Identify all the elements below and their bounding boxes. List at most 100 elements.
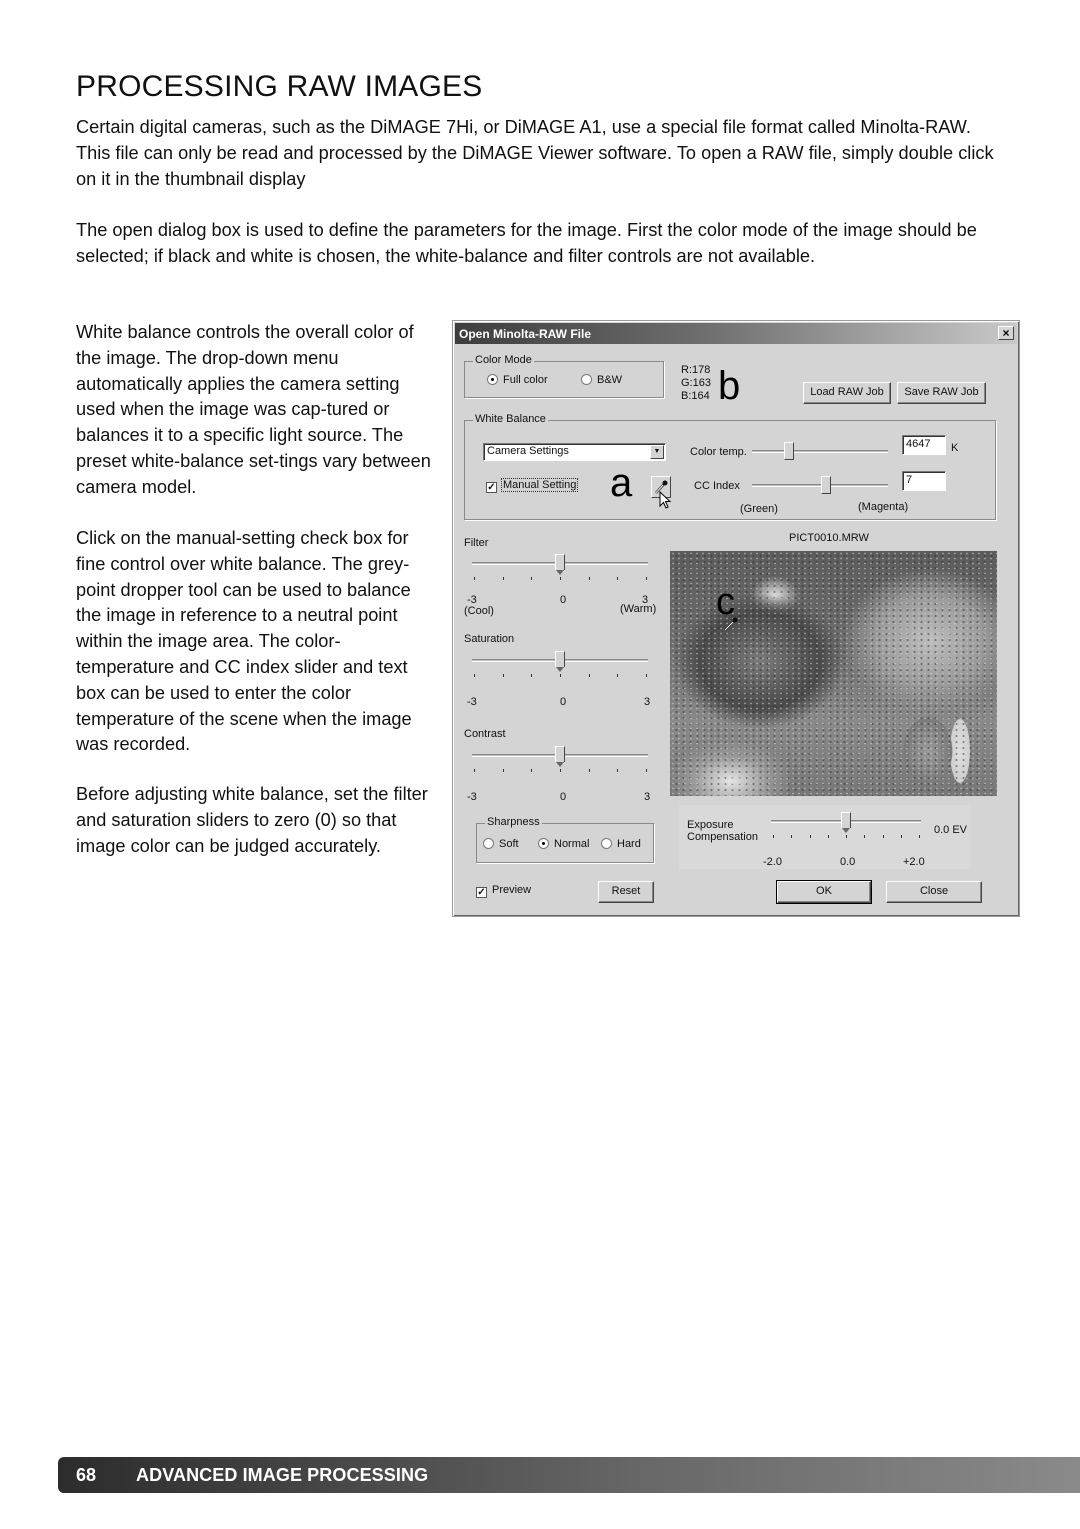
slider-tick [791,835,793,838]
filter-label: Filter [464,537,489,549]
slider-tick [531,674,533,677]
contrast-mid-label: 0 [560,791,567,803]
filter-cool-label: (Cool) [464,605,494,617]
slider-tick [846,835,847,838]
slider-tick [646,577,647,580]
radio-hard[interactable]: Hard [601,838,641,850]
saturation-slider[interactable] [472,651,648,678]
slider-thumb[interactable] [555,746,565,767]
slider-tick [809,835,811,838]
slider-tick [617,577,619,580]
radio-full-color-label: Full color [503,374,548,386]
radio-icon [601,838,612,849]
slider-tick [474,769,475,772]
slider-tick [646,769,647,772]
exposure-label-line1: Exposure [687,819,734,831]
slider-tick [502,577,504,580]
exposure-min-label: -2.0 [763,856,782,868]
cc-index-slider-thumb[interactable] [821,476,832,494]
slider-tick [560,577,561,580]
magenta-label: (Magenta) [858,501,909,513]
exposure-label-line2: Compensation [687,831,758,843]
page-footer: 68 ADVANCED IMAGE PROCESSING [58,1457,1080,1493]
exposure-max-label: +2.0 [903,856,925,868]
callout-a: a [610,461,633,505]
intro-paragraph: Certain digital cameras, such as the DiM… [76,117,994,189]
manual-setting-label: Manual Setting [500,478,579,492]
cc-index-input[interactable]: 7 [902,471,946,491]
color-temp-label: Color temp. [690,446,747,458]
color-temp-input[interactable]: 4647 [902,435,946,455]
section-title: ADVANCED IMAGE PROCESSING [136,1464,429,1485]
cc-index-label: CC Index [694,480,740,492]
slider-tick [474,674,475,677]
exposure-slider-thumb[interactable] [841,812,851,833]
before-adjusting-paragraph: Before adjusting white balance, set the … [76,784,428,856]
cursor-arrow-icon [659,491,672,509]
filename-label: PICT0010.MRW [789,532,869,544]
slider-tick [531,577,533,580]
checkbox-icon: ✓ [476,887,487,898]
manual-setting-paragraph: Click on the manual-setting check box fo… [76,528,412,755]
radio-bw[interactable]: B&W [581,374,622,386]
radio-hard-label: Hard [617,838,641,850]
ok-button[interactable]: OK [776,880,872,904]
radio-icon [538,838,549,849]
slider-tick [588,577,590,580]
filter-mid-label: 0 [560,594,567,606]
slider-tick [502,769,504,772]
slider-thumb[interactable] [555,554,565,575]
exposure-value: 0.0 EV [934,824,968,836]
slider-tick [617,769,619,772]
rgb-readout: R:178 G:163 B:164 [681,364,711,403]
radio-soft[interactable]: Soft [483,838,519,850]
saturation-label: Saturation [464,633,515,645]
preset-value: Camera Settings [487,445,569,457]
white-balance-label: White Balance [473,413,548,425]
slider-tick [474,577,475,580]
callout-b: b [718,364,741,408]
slider-tick [560,769,561,772]
dialog-titlebar[interactable]: Open Minolta-RAW File × [455,323,1017,344]
sharpness-label: Sharpness [485,816,542,828]
radio-full-color[interactable]: Full color [487,374,548,386]
radio-icon [483,838,494,849]
dialog-paragraph: The open dialog box is used to define th… [76,220,977,266]
color-temp-slider-thumb[interactable] [783,442,794,460]
dialog-title: Open Minolta-RAW File [459,327,591,341]
preview-checkbox[interactable]: ✓ Preview [476,884,531,898]
contrast-slider[interactable] [472,746,648,773]
checkbox-icon: ✓ [486,482,497,493]
close-button[interactable]: Close [886,881,982,903]
slider-tick [773,835,774,838]
dropper-cursor-icon [724,617,738,631]
filter-slider[interactable] [472,554,648,581]
save-raw-job-button[interactable]: Save RAW Job [897,382,986,404]
chevron-down-icon[interactable]: ▼ [650,445,664,459]
contrast-label: Contrast [464,728,506,740]
contrast-min-label: -3 [467,791,477,803]
color-mode-group: Color Mode Full color B&W [464,354,664,398]
radio-icon [581,374,592,385]
close-icon[interactable]: × [998,326,1014,340]
slider-tick [588,674,590,677]
load-raw-job-button[interactable]: Load RAW Job [803,382,891,404]
slider-tick [900,835,902,838]
slider-track [752,450,888,453]
color-temp-slider[interactable] [752,441,888,463]
radio-normal[interactable]: Normal [538,838,589,850]
cc-index-slider[interactable] [752,475,888,497]
kelvin-unit: K [951,442,959,454]
image-preview[interactable]: c [670,551,997,796]
white-balance-group: White Balance Camera Settings ▼ ✓ Manual … [464,413,996,520]
slider-track [752,484,888,487]
white-balance-preset-select[interactable]: Camera Settings ▼ [483,443,666,461]
slider-tick [827,835,829,838]
exposure-slider[interactable] [771,812,921,843]
reset-button[interactable]: Reset [598,881,654,903]
slider-thumb[interactable] [555,651,565,672]
radio-bw-label: B&W [597,374,623,386]
manual-setting-checkbox[interactable]: ✓ Manual Setting [486,478,579,493]
slider-tick [646,674,647,677]
filter-warm-label: (Warm) [620,603,657,615]
